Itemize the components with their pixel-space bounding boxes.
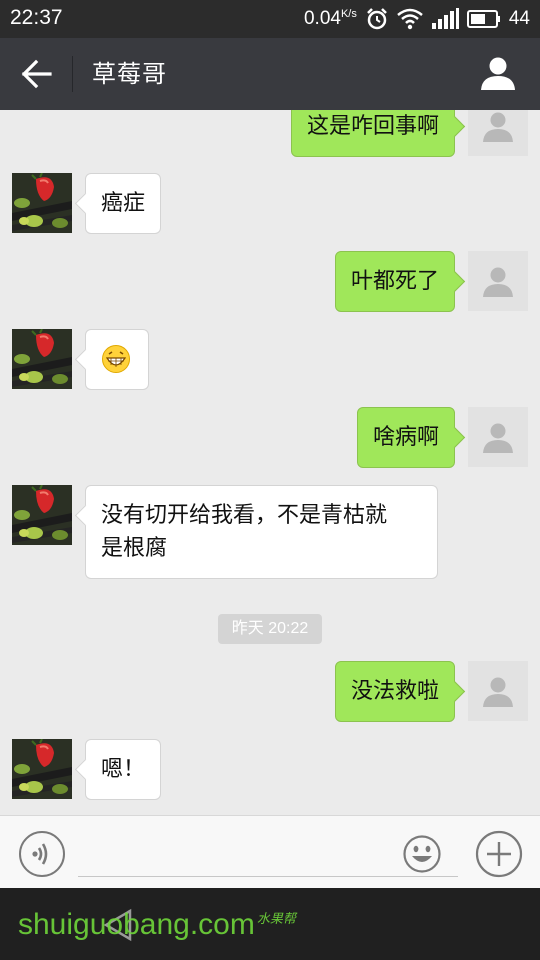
contact-avatar[interactable] bbox=[12, 329, 72, 389]
strawberry-avatar-icon bbox=[12, 173, 72, 233]
signal-icon bbox=[431, 8, 459, 30]
chat-header: 草莓哥 bbox=[0, 38, 540, 110]
watermark: shuiguobang.com 水果帮 bbox=[18, 908, 296, 941]
message-bubble-incoming[interactable]: 没有切开给我看，不是青枯就 是根腐 bbox=[85, 485, 438, 579]
alarm-icon bbox=[365, 7, 389, 31]
voice-input-button[interactable] bbox=[18, 830, 66, 878]
battery-level: 44 bbox=[508, 8, 530, 29]
strawberry-avatar-icon bbox=[12, 485, 72, 545]
back-arrow-icon bbox=[21, 59, 52, 89]
wifi-icon bbox=[397, 8, 423, 30]
network-speed: 0.04K/s bbox=[303, 8, 357, 29]
default-avatar-icon bbox=[483, 267, 513, 297]
voice-icon bbox=[19, 831, 65, 877]
default-avatar-icon bbox=[483, 677, 513, 707]
contact-avatar[interactable] bbox=[12, 485, 72, 545]
message-bubble-incoming[interactable]: 嗯！ bbox=[85, 739, 162, 800]
default-avatar-icon bbox=[483, 112, 513, 142]
plus-icon bbox=[475, 830, 523, 878]
my-avatar[interactable] bbox=[468, 251, 528, 311]
person-icon bbox=[481, 57, 515, 90]
status-icons: 0.04K/s 44 bbox=[304, 6, 530, 32]
header-divider bbox=[72, 56, 73, 92]
message-bubble-incoming[interactable] bbox=[85, 329, 149, 390]
message-line: 是根腐 bbox=[101, 536, 168, 561]
chat-message-list[interactable]: 这是咋回事啊 癌症 叶都死了 啥病啊 没有切开给我看，不是青枯就 是根腐 昨天 … bbox=[0, 110, 540, 815]
input-underline bbox=[78, 876, 458, 877]
chat-title: 草莓哥 bbox=[92, 60, 167, 88]
contact-avatar[interactable] bbox=[12, 739, 72, 799]
message-bubble-incoming[interactable]: 癌症 bbox=[85, 173, 162, 234]
system-navigation-bar: shuiguobang.com 水果帮 bbox=[0, 888, 540, 960]
status-bar: 22:37 0.04K/s 44 bbox=[0, 0, 540, 38]
default-avatar-icon bbox=[483, 423, 513, 453]
message-bubble-outgoing[interactable]: 叶都死了 bbox=[334, 251, 455, 312]
message-text-input[interactable] bbox=[80, 834, 390, 874]
strawberry-avatar-icon bbox=[12, 329, 72, 389]
strawberry-avatar-icon bbox=[12, 739, 72, 799]
contact-profile-button[interactable] bbox=[478, 54, 518, 94]
battery-icon bbox=[466, 9, 501, 29]
back-button[interactable] bbox=[14, 56, 58, 92]
my-avatar[interactable] bbox=[468, 661, 528, 721]
message-bubble-outgoing[interactable]: 没法救啦 bbox=[334, 661, 455, 722]
message-bubble-outgoing[interactable]: 啥病啊 bbox=[356, 407, 455, 468]
more-functions-button[interactable] bbox=[474, 830, 524, 878]
status-time: 22:37 bbox=[10, 6, 63, 29]
message-line: 没有切开给我看，不是青枯就 bbox=[101, 503, 388, 528]
contact-avatar[interactable] bbox=[12, 173, 72, 233]
my-avatar[interactable] bbox=[468, 407, 528, 467]
message-input-bar bbox=[0, 815, 540, 888]
emoji-button[interactable] bbox=[402, 830, 442, 878]
my-avatar[interactable] bbox=[468, 110, 528, 156]
message-bubble-outgoing[interactable]: 这是咋回事啊 bbox=[290, 110, 455, 157]
grin-emoji-icon bbox=[102, 345, 130, 373]
message-timestamp: 昨天 20:22 bbox=[218, 614, 322, 644]
smiley-icon bbox=[403, 835, 441, 873]
